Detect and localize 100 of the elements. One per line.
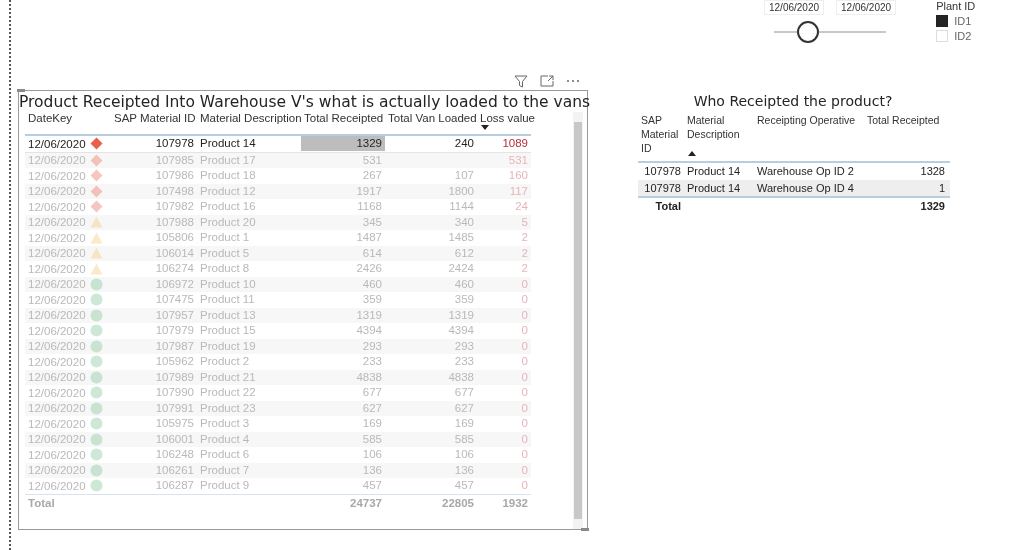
column-header[interactable]: Total Van Loaded [385, 112, 477, 124]
table-cell-text: Product 23 [199, 400, 257, 416]
table-cell-text: 0 [520, 323, 529, 339]
table-cell-text: 107985 [154, 152, 195, 168]
table-cell: 12/06/2020 [28, 324, 86, 337]
table-cell-text: 0 [520, 462, 529, 478]
table-cell-text: 0 [520, 478, 529, 494]
column-header[interactable]: Total Receipted [301, 112, 385, 124]
more-options-icon[interactable] [566, 79, 580, 83]
table-cell-text: Product 1 [199, 230, 251, 246]
table-cell-text: Product 9 [199, 478, 251, 494]
table-cell: 12/06/2020 [28, 262, 86, 275]
table-cell-text: 107989 [154, 369, 195, 385]
table-cell-text: Product 14 [199, 136, 257, 152]
table-cell-text: 2424 [447, 261, 475, 277]
table-cell-text: 106001 [154, 431, 195, 447]
table-cell-text: 460 [453, 276, 475, 292]
total-cell-text: 1932 [501, 496, 529, 509]
table-cell-text: 106261 [154, 462, 195, 478]
total-label: Total [654, 200, 682, 212]
table-cell-text: 107987 [154, 338, 195, 354]
table-cell-text: Product 19 [199, 338, 257, 354]
table-cell-text: 2 [520, 261, 529, 277]
table-cell-text: Product 12 [199, 183, 257, 199]
checkbox-label: ID2 [954, 30, 972, 42]
table-cell-text: 1485 [447, 230, 475, 246]
resize-handle[interactable] [17, 89, 25, 92]
table-row[interactable]: 12/06/2020 107979 Product 15 4394 4394 0 [25, 323, 531, 339]
table-cell-text: 106014 [154, 245, 195, 261]
table-row[interactable]: 12/06/2020 107982 Product 16 1168 1144 24 [25, 199, 531, 215]
table-cell-text: Product 10 [199, 276, 257, 292]
table-cell-text: 160 [507, 168, 529, 184]
table-row[interactable]: 12/06/2020 107475 Product 11 359 359 0 [25, 292, 531, 308]
total-cell-text: 24737 [349, 496, 383, 509]
table-cell-text: 612 [453, 245, 475, 261]
column-header[interactable]: Total Receipted [864, 113, 948, 161]
table-cell-text: 0 [520, 307, 529, 323]
total-cell-text: 1329 [919, 200, 946, 212]
checkbox[interactable] [936, 15, 949, 27]
table-row[interactable]: 12/06/2020 107986 Product 18 267 107 160 [25, 168, 531, 184]
table-row[interactable]: 12/06/2020 105962 Product 2 233 233 0 [25, 354, 531, 370]
table-cell-text: 169 [361, 416, 383, 432]
table-cell-text: Product 17 [199, 152, 257, 168]
table-cell-text: 2426 [355, 261, 383, 277]
table-cell-text: 0 [520, 447, 529, 463]
table-cell-text: 1089 [501, 136, 529, 152]
table-cell: 12/06/2020 [28, 293, 86, 306]
start-date-field[interactable]: 12/06/2020 [764, 0, 825, 15]
table-cell-text: 2 [520, 245, 529, 261]
table-cell: 12/06/2020 [28, 278, 86, 291]
table-cell-text: 293 [453, 338, 475, 354]
end-date-field[interactable]: 12/06/2020 [836, 0, 897, 15]
table-cell-text: 107475 [154, 292, 195, 308]
table-cell-text: 1144 [448, 199, 475, 215]
table-cell-text: 531 [361, 152, 383, 168]
column-header[interactable]: SAP Material ID [111, 112, 197, 124]
scrollbar[interactable] [573, 112, 583, 529]
table-cell: 12/06/2020 [28, 231, 86, 244]
focus-mode-icon[interactable] [540, 75, 554, 87]
table-cell-text: 0 [520, 292, 529, 308]
table-cell-text: 1328 [919, 165, 946, 178]
total-cell-text: 22805 [441, 496, 475, 509]
table-cell: 12/06/2020 [28, 417, 86, 430]
table-cell: 12/06/2020 [28, 355, 86, 368]
column-header[interactable]: Material Description [197, 112, 301, 124]
column-header[interactable]: Material Description [684, 113, 754, 161]
table-cell-text: 1917 [355, 183, 383, 199]
table-cell-text: Product 15 [199, 323, 257, 339]
table-cell-text: 233 [453, 354, 475, 370]
table-cell-text: Product 16 [199, 199, 257, 215]
table-row[interactable]: 12/06/2020 106248 Product 6 106 106 0 [25, 447, 531, 463]
table-cell: 12/06/2020 [28, 340, 86, 353]
table-row[interactable]: 12/06/2020 107990 Product 22 677 677 0 [25, 385, 531, 401]
checkbox-label: ID1 [954, 15, 972, 27]
slider-thumb[interactable] [796, 21, 819, 43]
table-cell-text: 0 [520, 416, 529, 432]
table-cell-text: 136 [453, 462, 475, 478]
column-header[interactable]: DateKey [25, 112, 111, 124]
column-header[interactable]: Receipting Operative [754, 113, 864, 161]
table-cell-text: 105962 [154, 354, 195, 370]
table-row[interactable]: 12/06/2020 107978 Product 14 1329 240 1089 [25, 136, 531, 153]
table-row[interactable]: 12/06/2020 106287 Product 9 457 457 0 [25, 478, 531, 494]
column-header[interactable]: SAP Material ID [638, 113, 684, 161]
table-cell: 12/06/2020 [28, 200, 86, 213]
table-cell-text: 457 [453, 478, 475, 494]
table-row[interactable]: 12/06/2020 105975 Product 3 169 169 0 [25, 416, 531, 432]
table-cell-text: 107991 [154, 400, 195, 416]
table-row[interactable]: 12/06/2020 106274 Product 8 2426 2424 2 [25, 261, 531, 277]
table-cell-text: 267 [361, 168, 383, 184]
table-cell-text: 107978 [643, 165, 682, 178]
table-cell-text: Product 2 [199, 354, 251, 370]
table-cell-text: Product 8 [199, 261, 251, 277]
table-cell-text: 106287 [154, 478, 195, 494]
table-row[interactable]: 12/06/2020 105806 Product 1 1487 1485 2 [25, 230, 531, 246]
table-cell-text: 0 [520, 385, 529, 401]
filter-icon[interactable] [514, 74, 528, 88]
resize-handle[interactable] [581, 528, 589, 531]
table-cell-text: 0 [520, 276, 529, 292]
table-cell-text: 4838 [355, 369, 383, 385]
table-cell-text: 107979 [154, 323, 195, 339]
